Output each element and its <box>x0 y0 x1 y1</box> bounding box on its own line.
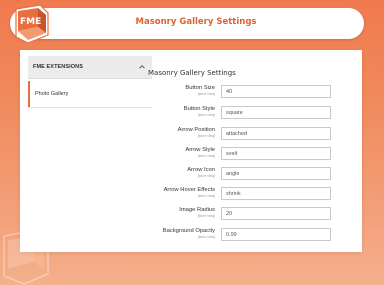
field-label: Arrow Position <box>177 127 215 133</box>
arrow-hover-effects-input[interactable]: shrink <box>221 187 331 200</box>
field-label: Button Style <box>183 106 215 112</box>
field-label-group: Button Size [store view] <box>185 85 215 96</box>
field-label: Arrow Icon <box>187 167 215 173</box>
field-scope: [store view] <box>197 174 215 178</box>
field-row-arrow-hover-effects: Arrow Hover Effects [store view] shrink <box>120 187 332 201</box>
field-scope: [store view] <box>197 154 215 158</box>
field-label-group: Arrow Icon [store view] <box>187 167 215 178</box>
arrow-style-input[interactable]: svelt <box>221 147 331 160</box>
fme-watermark-icon <box>3 229 49 285</box>
chevron-up-icon[interactable] <box>139 64 145 70</box>
arrow-position-input[interactable]: attached <box>221 127 331 140</box>
field-scope: [store view] <box>197 194 215 198</box>
arrow-icon-input[interactable]: angle <box>221 167 331 180</box>
field-row-arrow-position: Arrow Position [store view] attached <box>120 127 332 141</box>
field-row-button-style: Button Style [store view] square <box>120 106 332 120</box>
background-opacity-input[interactable]: 0.99 <box>221 228 331 241</box>
section-title: Masonry Gallery Settings <box>148 69 236 77</box>
field-scope: [store view] <box>197 113 215 117</box>
sidebar-item-label: Photo Gallery <box>35 91 69 97</box>
page-title: Masonry Gallery Settings <box>135 17 257 27</box>
field-scope: [store view] <box>197 92 215 96</box>
field-label: Arrow Style <box>185 147 215 153</box>
field-label-group: Button Style [store view] <box>184 106 215 117</box>
field-label-group: Arrow Style [store view] <box>185 147 215 158</box>
field-scope: [store view] <box>197 134 215 138</box>
field-label: Image Radius <box>179 207 215 213</box>
field-label: Button Size <box>185 85 215 91</box>
field-label-group: Image Radius [store view] <box>179 207 215 218</box>
field-label: Arrow Hover Effects <box>163 187 215 193</box>
sidebar-section-header[interactable]: FME EXTENSIONS <box>28 56 152 79</box>
sidebar-section-label: FME EXTENSIONS <box>33 64 83 70</box>
button-size-input[interactable]: 40 <box>221 85 331 98</box>
settings-panel: FME EXTENSIONS Photo Gallery Masonry Gal… <box>20 50 362 252</box>
field-label-group: Arrow Hover Effects [store view] <box>164 187 215 198</box>
field-label-group: Background Opacity [store view] <box>163 228 215 239</box>
field-row-image-radius: Image Radius [store view] 20 <box>120 207 332 221</box>
field-row-button-size: Button Size [store view] 40 <box>120 85 332 99</box>
field-row-arrow-style: Arrow Style [store view] svelt <box>120 147 332 161</box>
field-row-background-opacity: Background Opacity [store view] 0.99 <box>120 228 332 242</box>
button-style-input[interactable]: square <box>221 106 331 119</box>
field-row-arrow-icon: Arrow Icon [store view] angle <box>120 167 332 181</box>
field-scope: [store view] <box>197 235 215 239</box>
field-label: Background Opacity <box>162 228 215 234</box>
image-radius-input[interactable]: 20 <box>221 207 331 220</box>
sidebar: FME EXTENSIONS Photo Gallery <box>28 56 152 108</box>
header-bar: FME Masonry Gallery Settings <box>10 5 364 44</box>
field-label-group: Arrow Position [store view] <box>178 127 215 138</box>
field-scope: [store view] <box>197 214 215 218</box>
